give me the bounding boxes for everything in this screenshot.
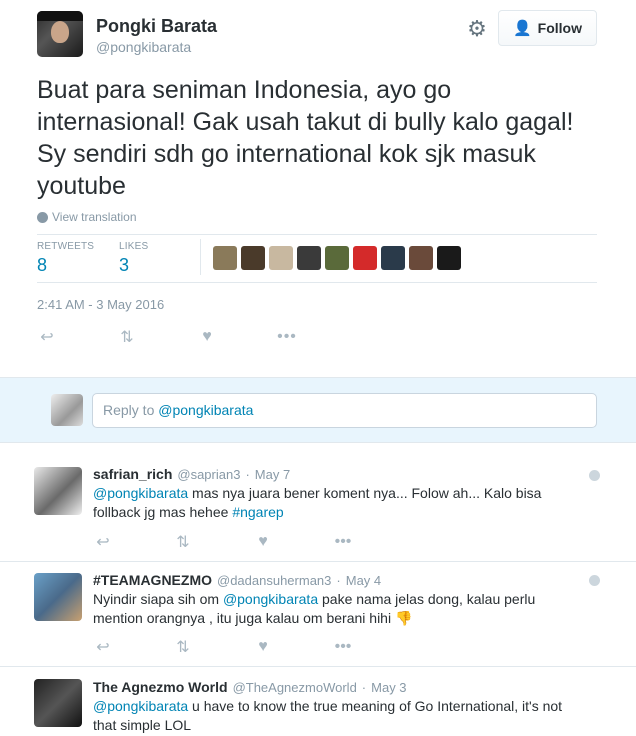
retweet-icon[interactable]: ⇅ <box>117 327 137 347</box>
dot-separator: · <box>361 680 367 695</box>
globe-icon <box>37 211 48 223</box>
reply-date[interactable]: May 4 <box>346 573 381 588</box>
current-user-avatar <box>51 394 83 426</box>
dot-separator: · <box>245 467 250 482</box>
author-avatar[interactable] <box>37 11 83 57</box>
reply-actions: ↩ ⇅ ♥ ••• <box>93 637 353 657</box>
liker-avatar[interactable] <box>437 246 461 270</box>
retweet-icon[interactable]: ⇅ <box>173 532 193 552</box>
reply-author-handle[interactable]: @TheAgnezmoWorld <box>233 680 357 695</box>
retweets-label: RETWEETS <box>37 241 95 252</box>
reply-icon[interactable]: ↩ <box>93 637 113 657</box>
mention-link[interactable]: @pongkibarata <box>93 698 188 714</box>
author-handle[interactable]: @pongkibarata <box>96 39 191 55</box>
reply-author-name[interactable]: The Agnezmo World <box>93 679 228 695</box>
view-translation-link[interactable]: View translation <box>37 210 137 224</box>
reply-divider <box>0 666 636 667</box>
likes-stat[interactable]: LIKES 3 <box>119 241 148 276</box>
more-icon[interactable]: ••• <box>277 328 297 346</box>
reply-icon[interactable]: ↩ <box>37 327 57 347</box>
divider <box>37 282 597 283</box>
view-translation-label: View translation <box>52 210 137 224</box>
reply-placeholder-handle: @pongkibarata <box>158 402 254 418</box>
liker-avatar[interactable] <box>325 246 349 270</box>
heart-icon[interactable]: ♥ <box>253 638 273 656</box>
retweet-icon[interactable]: ⇅ <box>173 637 193 657</box>
reply-author-handle[interactable]: @saprian3 <box>177 467 240 482</box>
divider <box>37 234 597 235</box>
liker-avatar[interactable] <box>381 246 405 270</box>
dot-separator: · <box>336 573 341 588</box>
liker-avatar[interactable] <box>213 246 237 270</box>
heart-icon[interactable]: ♥ <box>197 328 217 346</box>
heart-icon[interactable]: ♥ <box>253 533 273 551</box>
reply-divider <box>0 561 636 562</box>
reply-header: #TEAMAGNEZMO @dadansuherman3 · May 4 <box>93 572 381 588</box>
liker-avatar[interactable] <box>269 246 293 270</box>
avatar[interactable] <box>34 467 82 515</box>
follow-button[interactable]: 👤 Follow <box>498 10 597 46</box>
stats-divider <box>200 239 201 275</box>
reply-icon[interactable]: ↩ <box>93 532 113 552</box>
reply-author-handle[interactable]: @dadansuherman3 <box>217 573 331 588</box>
tweet-text: Buat para seniman Indonesia, ayo go inte… <box>37 76 574 200</box>
tweet-actions: ↩ ⇅ ♥ ••• <box>37 327 297 347</box>
reply-author-name[interactable]: safrian_rich <box>93 466 172 482</box>
more-icon[interactable]: ••• <box>333 638 353 656</box>
retweets-stat[interactable]: RETWEETS 8 <box>37 241 94 276</box>
avatar[interactable] <box>34 679 82 727</box>
liker-avatar[interactable] <box>353 246 377 270</box>
reply-placeholder-prefix: Reply to <box>103 402 159 418</box>
reply-actions: ↩ ⇅ ♥ ••• <box>93 532 353 552</box>
globe-icon <box>589 470 600 481</box>
likers-thumbnails <box>213 246 461 270</box>
add-user-icon: 👤 <box>512 20 532 37</box>
reply-header: The Agnezmo World @TheAgnezmoWorld · May… <box>93 679 407 695</box>
avatar[interactable] <box>34 573 82 621</box>
likes-count: 3 <box>119 255 130 275</box>
liker-avatar[interactable] <box>297 246 321 270</box>
retweets-count: 8 <box>37 255 48 275</box>
reply-date[interactable]: May 7 <box>255 467 290 482</box>
reply-header: safrian_rich @saprian3 · May 7 <box>93 466 290 482</box>
reply-input[interactable]: Reply to @pongkibarata <box>92 393 597 428</box>
reply-text: @pongkibarata mas nya juara bener koment… <box>93 484 583 522</box>
likes-label: LIKES <box>119 241 149 252</box>
author-name[interactable]: Pongki Barata <box>96 16 217 37</box>
liker-avatar[interactable] <box>241 246 265 270</box>
reply-date[interactable]: May 3 <box>371 680 406 695</box>
reply-text: @pongkibarata u have to know the true me… <box>93 697 583 735</box>
tweet-timestamp: 2:41 AM - 3 May 2016 <box>37 297 165 312</box>
liker-avatar[interactable] <box>409 246 433 270</box>
reply-text-start: Nyindir siapa sih om <box>93 591 223 607</box>
follow-label: Follow <box>537 20 582 36</box>
hashtag-link[interactable]: #ngarep <box>232 504 283 520</box>
reply-text: Nyindir siapa sih om @pongkibarata pake … <box>93 590 583 628</box>
reply-author-name[interactable]: #TEAMAGNEZMO <box>93 572 212 588</box>
mention-link[interactable]: @pongkibarata <box>223 591 318 607</box>
more-icon[interactable]: ••• <box>333 533 353 551</box>
globe-icon <box>589 575 600 586</box>
thumbs-down-emoji: 👎 <box>394 610 413 626</box>
mention-link[interactable]: @pongkibarata <box>93 485 188 501</box>
gear-icon[interactable]: ⚙ <box>466 18 488 40</box>
